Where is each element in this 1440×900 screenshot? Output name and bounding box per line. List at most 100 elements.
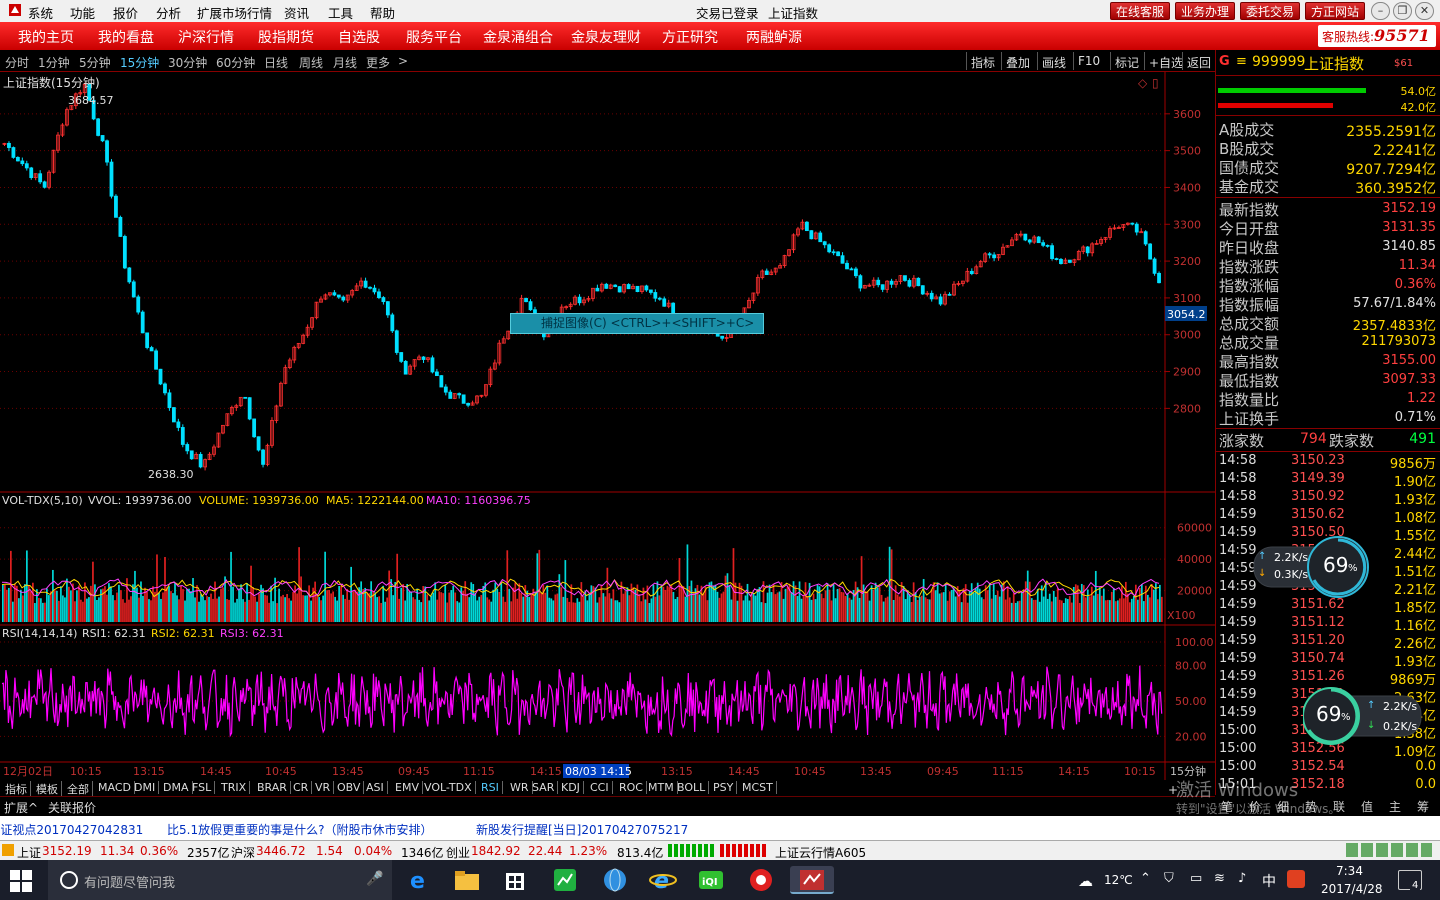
period-60min[interactable]: 60分钟: [216, 54, 255, 71]
news-item-2[interactable]: 比5.1放假更重要的事是什么?（附股市休市安排）: [167, 821, 432, 838]
menu-quote[interactable]: 报价: [113, 3, 138, 22]
shield-icon[interactable]: ⛉: [1164, 871, 1174, 886]
windows-start-icon[interactable]: [10, 870, 32, 895]
nav-favorites[interactable]: 自选股: [338, 27, 380, 47]
indicator-tab[interactable]: BOLL: [674, 781, 710, 794]
indicator-tab[interactable]: FSL: [189, 781, 216, 794]
menu-help[interactable]: 帮助: [370, 3, 395, 22]
ime-indicator[interactable]: 中: [1262, 871, 1276, 891]
menu-analysis[interactable]: 分析: [156, 3, 181, 22]
tool-back[interactable]: 返回: [1182, 52, 1215, 70]
app-icon[interactable]: [8, 3, 22, 20]
iqiyi-icon[interactable]: iQI: [696, 866, 726, 894]
period-30min[interactable]: 30分钟: [168, 54, 207, 71]
nav-home[interactable]: 我的主页: [18, 27, 74, 47]
ext-tab-related[interactable]: 关联报价: [48, 799, 96, 816]
restore-icon[interactable]: ❐: [1393, 2, 1412, 20]
indicator-tab[interactable]: 全部: [64, 781, 93, 797]
tray-chevron-icon[interactable]: ⌃: [1140, 871, 1151, 886]
nav-research[interactable]: 方正研究: [662, 27, 718, 47]
detail-tab[interactable]: 筹: [1417, 798, 1429, 815]
trade-button[interactable]: 委托交易: [1240, 2, 1300, 20]
chart-expand-icon[interactable]: ▯: [1152, 76, 1159, 90]
globe-icon[interactable]: [600, 866, 630, 894]
indicator-tab[interactable]: MCST: [739, 781, 777, 794]
business-button[interactable]: 业务办理: [1175, 2, 1235, 20]
ext-tab-expand[interactable]: 扩展^: [4, 799, 38, 816]
period-day[interactable]: 日线: [264, 54, 288, 71]
search-box[interactable]: 有问题尽管问我 🎤: [48, 860, 392, 900]
ie-icon[interactable]: e: [648, 866, 678, 894]
explorer-icon[interactable]: [452, 866, 482, 894]
volume-icon[interactable]: ♪: [1238, 871, 1246, 886]
period-month[interactable]: 月线: [333, 54, 357, 71]
edge-icon[interactable]: e: [404, 866, 434, 894]
indicator-tab[interactable]: 模板: [33, 781, 62, 797]
indicator-tab[interactable]: MTM: [645, 781, 678, 794]
mic-icon[interactable]: 🎤: [366, 871, 383, 887]
detail-tab[interactable]: 值: [1361, 798, 1373, 815]
wifi-icon[interactable]: ≋: [1214, 871, 1225, 886]
menu-tools[interactable]: 工具: [328, 3, 353, 22]
menu-icon[interactable]: ≡: [1236, 54, 1247, 69]
indicator-tab[interactable]: DMI: [131, 781, 160, 794]
cy-name[interactable]: 创业: [446, 844, 470, 861]
period-15min[interactable]: 15分钟: [120, 54, 159, 71]
nav-watch[interactable]: 我的看盘: [98, 27, 154, 47]
browser-360-icon[interactable]: [746, 866, 776, 894]
indicator-tab[interactable]: VR: [312, 781, 335, 794]
tool-overlay[interactable]: 叠加: [1001, 52, 1034, 70]
clock-date[interactable]: 2017/4/28: [1321, 882, 1383, 896]
news-item-3[interactable]: 新股发行提醒[当日]20170427075217: [476, 821, 688, 838]
nav-futures[interactable]: 股指期货: [258, 27, 314, 47]
nav-portfolio[interactable]: 金泉涌组合: [483, 27, 553, 47]
chart-diamond-icon[interactable]: ◇: [1138, 76, 1148, 90]
tool-f10[interactable]: F10: [1073, 52, 1104, 70]
period-5min[interactable]: 5分钟: [79, 54, 111, 71]
clock-time[interactable]: 7:34: [1336, 864, 1363, 878]
store-icon[interactable]: [500, 866, 530, 894]
indicator-tab[interactable]: ASI: [363, 781, 388, 794]
indicator-tab[interactable]: MACD: [95, 781, 135, 794]
stock-client-taskbar-icon[interactable]: [790, 866, 834, 894]
indicator-tab[interactable]: SAR: [529, 781, 559, 794]
network-icon[interactable]: ▭: [1190, 871, 1202, 886]
chart-area[interactable]: 2800 2900 3000 3100 3200 3300 3400 3500 3600 2000…: [0, 72, 1215, 780]
indicator-tab[interactable]: ROC: [616, 781, 647, 794]
indicator-tab[interactable]: PSY: [710, 781, 738, 794]
more-arrow-icon[interactable]: >: [398, 54, 408, 68]
sogou-icon[interactable]: [1287, 870, 1305, 888]
capture-tooltip[interactable]: 捕捉图像(C) <CTRL>+<SHIFT>+C>: [510, 313, 764, 334]
indicator-tab[interactable]: BRAR: [254, 781, 291, 794]
indicator-tab[interactable]: RSI: [478, 781, 503, 794]
hs-name[interactable]: 沪深: [231, 844, 255, 861]
nav-margin[interactable]: 两融鲈源: [746, 27, 802, 47]
indicator-tab[interactable]: KDJ: [558, 781, 584, 794]
minimize-icon[interactable]: –: [1371, 2, 1390, 20]
status-tray-icons[interactable]: [1346, 843, 1432, 857]
tool-draw[interactable]: 画线: [1037, 52, 1070, 70]
stock-app-icon[interactable]: [550, 866, 580, 894]
menu-system[interactable]: 系统: [28, 3, 53, 22]
website-button[interactable]: 方正网站: [1305, 2, 1365, 20]
news-item-1[interactable]: i证视点20170427042831: [0, 821, 143, 838]
indicator-tab[interactable]: DMA: [160, 781, 193, 794]
period-timeshare[interactable]: 分时: [5, 54, 29, 71]
close-icon[interactable]: ✕: [1415, 2, 1434, 20]
nav-service[interactable]: 服务平台: [406, 27, 462, 47]
indicator-tab[interactable]: TRIX: [218, 781, 251, 794]
indicator-tab[interactable]: 指标: [2, 781, 31, 797]
indicator-tab[interactable]: OBV: [334, 781, 365, 794]
menu-ext-market[interactable]: 扩展市场行情: [197, 3, 272, 22]
menu-news[interactable]: 资讯: [284, 3, 309, 22]
tool-mark[interactable]: 标记: [1110, 52, 1143, 70]
nav-finance[interactable]: 金泉友理财: [571, 27, 641, 47]
indicator-tab[interactable]: CR: [290, 781, 313, 794]
indicator-tab[interactable]: EMV: [392, 781, 423, 794]
indicator-tab[interactable]: CCI: [587, 781, 613, 794]
cloud-quote[interactable]: 上证云行情A605: [775, 844, 866, 861]
period-more[interactable]: 更多: [366, 54, 390, 71]
menu-function[interactable]: 功能: [70, 3, 95, 22]
period-week[interactable]: 周线: [299, 54, 323, 71]
sh-name[interactable]: 上证: [17, 844, 41, 861]
